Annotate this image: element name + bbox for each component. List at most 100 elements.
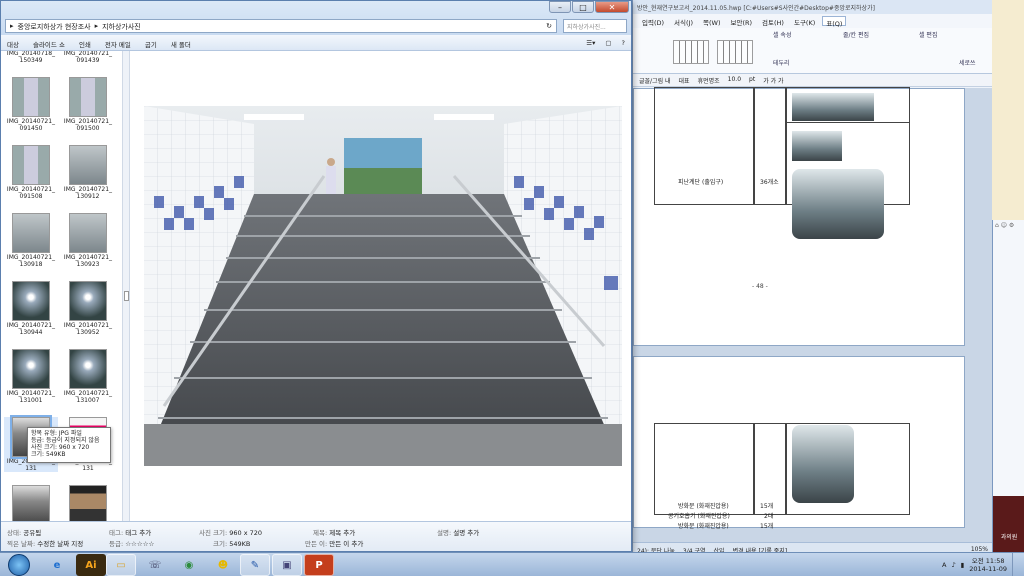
border-button[interactable]: 테두리 [773, 58, 790, 67]
view-options-icon[interactable]: ☰▾ [586, 39, 595, 47]
show-desktop-button[interactable] [1012, 553, 1020, 576]
toolbar-new-folder[interactable]: 새 폴더 [171, 39, 191, 49]
file-thumbnail [12, 77, 50, 117]
file-thumbnail [69, 77, 107, 117]
ribbon-group-cell-props: 셀 속성 [773, 32, 792, 39]
preview-pane-icon[interactable]: ▢ [605, 39, 611, 47]
file-name: IMG_20140721_ 130912 [63, 186, 113, 200]
paragraph-style-select[interactable]: 대표 [679, 76, 690, 85]
file-item[interactable]: IMG_20140721_ 091508 [4, 145, 58, 200]
ribbon-group-row-col: 줄/칸 편집 [843, 32, 870, 39]
pane-splitter[interactable] [122, 51, 130, 521]
menu-security[interactable]: 보안(R) [727, 16, 755, 27]
file-item[interactable]: IMG_20140721_ 130923 [61, 213, 115, 268]
author-value[interactable]: 만든 이 추가 [329, 540, 363, 548]
file-thumbnail [69, 281, 107, 321]
description-value[interactable]: 설명 추가 [453, 529, 479, 537]
font-size-input[interactable]: 10.0 [728, 76, 741, 84]
file-item[interactable]: IMG_20140721_ 130912 [61, 145, 115, 200]
author-label: 만든 이: [305, 540, 328, 548]
rating-stars[interactable]: ☆☆☆☆☆ [125, 540, 154, 548]
file-thumbnail [12, 349, 50, 389]
font-select[interactable]: 휴먼명조 [698, 76, 720, 85]
file-name: IMG_20140721_ 091450 [6, 118, 56, 132]
illustrator-icon[interactable]: Ai [76, 554, 106, 576]
file-item[interactable]: IMG_20140721_ 130944 [4, 281, 58, 336]
maximize-button[interactable]: □ [572, 1, 594, 13]
minimize-button[interactable]: – [549, 1, 571, 13]
menu-insert[interactable]: 입력(D) [639, 16, 667, 27]
menu-review[interactable]: 검토(H) [759, 16, 787, 27]
unit-select[interactable]: pt [749, 76, 755, 84]
explorer-window[interactable]: – □ ✕ ▸ 중앙로지하상가 현장조사 ▸ 지하상가사진 ↻ 지하상가사진..… [0, 0, 632, 552]
file-item[interactable]: IMG_20140721_ 131007 [61, 349, 115, 404]
file-item[interactable]: IMG_20140721_ 131118 [61, 485, 115, 521]
refresh-icon[interactable]: ↻ [546, 22, 552, 30]
format-toolbar: 글꼴/그림 내 대표 휴먼명조 10.0 pt 가 가 가 [633, 74, 992, 87]
tooltip-line: 등급: 등급이 지정되지 않음 [31, 437, 100, 444]
file-name: IMG_20140721_ 091500 [63, 118, 113, 132]
menu-page[interactable]: 쪽(W) [700, 16, 723, 27]
image-viewer-icon[interactable]: ▣ [272, 554, 302, 576]
help-icon[interactable]: ? [622, 39, 625, 47]
tray-lang[interactable]: A [942, 561, 946, 569]
powerpoint-icon[interactable]: P [304, 554, 334, 576]
tag-value[interactable]: 태그 추가 [125, 529, 151, 537]
vertical-text-button[interactable]: 세로쓰 [959, 58, 976, 67]
volume-icon[interactable]: ♪ [951, 561, 955, 569]
breadcrumb-item[interactable]: 중앙로지하상가 현장조사 [18, 22, 91, 31]
table-style-preset[interactable] [717, 40, 753, 64]
style-select[interactable]: 글꼴/그림 내 [639, 76, 671, 85]
table-photo [792, 131, 842, 161]
table-cell [754, 87, 786, 205]
hwp-icon[interactable]: ✎ [240, 554, 270, 576]
file-item[interactable]: IMG_20140721_ 131001 [4, 349, 58, 404]
toolbar-organize[interactable]: 대상 [7, 39, 19, 49]
file-name: IMG_20140721_ 130944 [6, 322, 56, 336]
file-item[interactable]: IMG_20140721_ 130952 [61, 281, 115, 336]
file-item[interactable]: IMG_20140721_ 131103 [4, 485, 58, 521]
folder-icon[interactable]: ▭ [106, 554, 136, 576]
toolbar-email[interactable]: 전자 메일 [105, 39, 131, 49]
clock[interactable]: 오전 11:58 2014-11-09 [969, 557, 1007, 573]
bold-italic-underline-buttons[interactable]: 가 가 가 [763, 76, 783, 85]
file-thumbnail [12, 145, 50, 185]
address-bar[interactable]: ▸ 중앙로지하상가 현장조사 ▸ 지하상가사진 ↻ [5, 19, 557, 33]
file-name: IMG_20140721_ 091508 [6, 186, 56, 200]
file-item[interactable]: IMG_20140718_ 150349 [4, 51, 58, 64]
title-value[interactable]: 제목 추가 [329, 529, 355, 537]
start-button[interactable] [8, 554, 30, 576]
menu-table[interactable]: 표(Q) [822, 16, 847, 28]
date-value[interactable]: 수정한 날짜 지정 [37, 540, 83, 548]
file-item[interactable]: IMG_20140721_ 130918 [4, 213, 58, 268]
toolbar-print[interactable]: 인쇄 [79, 39, 91, 49]
search-input[interactable]: 지하상가사진... [563, 19, 627, 33]
side-brand: 과의원 [993, 496, 1024, 556]
chrome-icon[interactable]: ◉ [174, 554, 204, 576]
chevron-right-icon: ▸ [94, 22, 99, 30]
network-status-icon[interactable]: ▮ [961, 561, 965, 569]
messenger-icon[interactable]: ☻ [208, 554, 238, 576]
file-item[interactable]: IMG_20140721_ 091439 [61, 51, 115, 64]
page-number: - 48 - [752, 283, 768, 290]
file-name: IMG_20140721_ 130918 [6, 254, 56, 268]
file-thumbnail [69, 213, 107, 253]
toolbar-burn[interactable]: 굽기 [145, 39, 157, 49]
menu-tools[interactable]: 도구(K) [791, 16, 818, 27]
ie-icon[interactable]: e [42, 554, 72, 576]
document-page: 피난계단 (출입구) 36개소 - 48 - [633, 87, 965, 346]
close-button[interactable]: ✕ [595, 1, 629, 13]
splitter-grip[interactable] [124, 291, 129, 301]
network-icon[interactable]: ☏ [140, 554, 170, 576]
file-thumbnail [69, 485, 107, 521]
breadcrumb-item[interactable]: 지하상가사진 [102, 22, 141, 31]
side-window[interactable]: ⌂ ☺ ⚙ 과의원 [992, 220, 1024, 556]
document-area[interactable]: 피난계단 (출입구) 36개소 - 48 - 방화문 (화재진압용) 15개 공… [633, 87, 992, 542]
tag-label: 태그: [109, 529, 124, 537]
word-processor-window[interactable]: 방안_현재연구보고서_2014.11.05.hwp [C:#Users#S사인간… [632, 0, 992, 556]
menu-format[interactable]: 서식(J) [671, 16, 696, 27]
file-item[interactable]: IMG_20140721_ 091450 [4, 77, 58, 132]
file-item[interactable]: IMG_20140721_ 091500 [61, 77, 115, 132]
table-style-preset[interactable] [673, 40, 709, 64]
toolbar-slideshow[interactable]: 슬라이드 쇼 [33, 39, 65, 49]
